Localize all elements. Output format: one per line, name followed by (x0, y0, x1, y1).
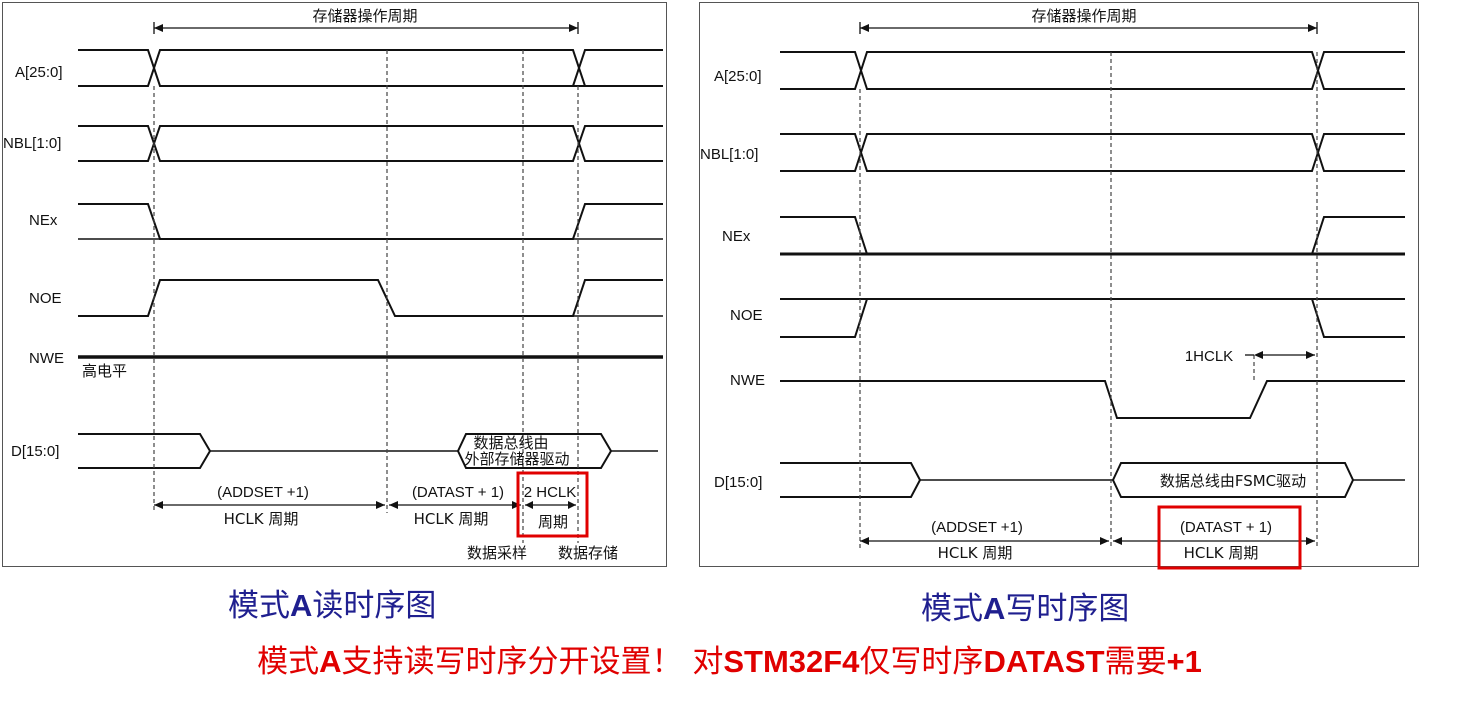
timing-guides (153, 50, 579, 543)
signal-label-data: D[15:0] (714, 474, 762, 491)
write-diagram-caption: 模式A写时序图 (921, 583, 1129, 628)
data-store-label: 数据存储 (558, 544, 618, 562)
address-bus-wave-b (780, 51, 1405, 90)
signal-label-noe: NOE (29, 290, 62, 307)
note-part-3: 仅写时序 (859, 644, 984, 680)
caption-write-prefix: 模式 (921, 591, 983, 627)
nex-wave (780, 216, 1405, 255)
noe-wave (78, 279, 663, 317)
read-diagram-caption: 模式A读时序图 (228, 580, 436, 625)
signal-label-nex: NEx (722, 228, 751, 245)
data-bus-write-initial (780, 462, 922, 498)
signal-label-address: A[25:0] (15, 64, 63, 81)
note-part-2: 支持读写时序分开设置！ 对 (341, 644, 724, 680)
note-bold-2: STM32F4 (723, 644, 860, 679)
note-bold-1: A (319, 644, 342, 679)
note-part-1: 模式 (257, 644, 320, 680)
nbl-wave-b (780, 133, 1405, 172)
signal-label-nbl: NBL[1:0] (3, 135, 61, 152)
read-timing-svg: 存储器操作周期 A[25:0] NBL[1:0] NEx NOE NWE D[1… (3, 7, 663, 562)
datast-label-line2: HCLK 周期 (414, 510, 489, 528)
hclk1-label: 1HCLK (1185, 348, 1233, 365)
hclk2-label-line1: 2 HCLK (524, 484, 577, 501)
write-timing-diagram: 存储器操作周期 A[25:0] NBL[1:0] NEx NOE NWE D[1… (699, 2, 1419, 570)
data-sample-label: 数据采样 (467, 544, 527, 562)
addset-label-line2: HCLK 周期 (224, 510, 299, 528)
caption-write-mode: A (983, 591, 1006, 626)
caption-read-mode: A (290, 588, 313, 623)
mode-a-note: 模式A支持读写时序分开设置！ 对STM32F4仅写时序DATAST需要+1 (0, 636, 1459, 681)
addset-label-line1: (ADDSET +1) (931, 519, 1023, 536)
addset-label-line2: HCLK 周期 (938, 544, 1013, 562)
note-bold-3: DATAST (983, 644, 1105, 679)
signal-label-nbl: NBL[1:0] (700, 146, 758, 163)
nwe-wave (780, 380, 1405, 419)
caption-read-prefix: 模式 (228, 588, 290, 624)
signal-label-data: D[15:0] (11, 443, 59, 460)
nwe-high-level-note: 高电平 (82, 362, 127, 380)
hclk2-label-line2: 周期 (538, 513, 568, 531)
data-bus-read-initial (78, 433, 212, 469)
datast-label-line2: HCLK 周期 (1184, 544, 1259, 562)
noe-wave (780, 298, 1405, 338)
write-timing-svg: 存储器操作周期 A[25:0] NBL[1:0] NEx NOE NWE D[1… (700, 7, 1405, 570)
nex-wave (78, 203, 663, 240)
read-timing-diagram: 存储器操作周期 A[25:0] NBL[1:0] NEx NOE NWE D[1… (2, 2, 667, 567)
signal-label-nex: NEx (29, 212, 58, 229)
data-bus-label-line2: 外部存储器驱动 (464, 450, 569, 468)
nbl-wave-a (780, 133, 1405, 172)
datast-label-line1: (DATAST + 1) (1180, 519, 1272, 536)
caption-read-suffix: 读时序图 (312, 588, 437, 624)
data-bus-label: 数据总线由FSMC驱动 (1160, 472, 1306, 490)
cycle-label: 存储器操作周期 (312, 7, 417, 25)
address-bus-wave-a (780, 51, 1405, 90)
note-part-4: 需要 (1104, 644, 1167, 680)
datast-label-line1: (DATAST + 1) (412, 484, 504, 501)
addset-label-line1: (ADDSET +1) (217, 484, 309, 501)
signal-label-address: A[25:0] (714, 68, 762, 85)
signal-label-nwe: NWE (29, 350, 64, 367)
note-bold-4: +1 (1166, 644, 1202, 679)
signal-label-nwe: NWE (730, 372, 765, 389)
caption-write-suffix: 写时序图 (1005, 591, 1130, 627)
signal-label-noe: NOE (730, 307, 763, 324)
cycle-label: 存储器操作周期 (1031, 7, 1136, 25)
